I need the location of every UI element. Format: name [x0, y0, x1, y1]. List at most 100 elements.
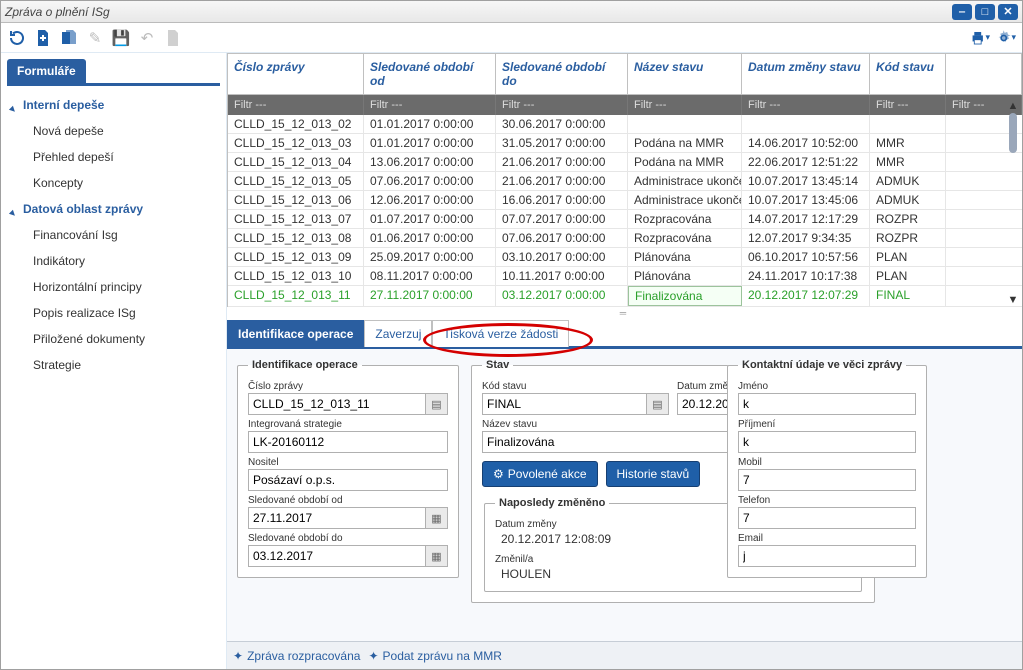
table-row[interactable]: CLLD_15_12_013_1008.11.2017 0:00:0010.11… — [228, 267, 1022, 286]
tab-identifikace[interactable]: Identifikace operace — [227, 320, 364, 347]
label-nositel: Nositel — [248, 457, 448, 468]
table-cell: Administrace ukončena — [628, 191, 742, 209]
table-row[interactable]: CLLD_15_12_013_0801.06.2017 0:00:0007.06… — [228, 229, 1022, 248]
print-icon[interactable]: ▾ — [970, 28, 990, 48]
filter-cislo[interactable]: Filtr --- — [228, 95, 364, 115]
table-cell: ROZPR — [870, 210, 946, 228]
table-cell: 10.11.2017 0:00:00 — [496, 267, 628, 285]
filter-od[interactable]: Filtr --- — [364, 95, 496, 115]
refresh-icon[interactable] — [7, 28, 27, 48]
new-doc-icon[interactable] — [33, 28, 53, 48]
col-obdobi-od[interactable]: Sledované období od — [364, 54, 496, 94]
scroll-down-icon[interactable]: ▼ — [1006, 293, 1020, 307]
col-cislo-zpravy[interactable]: Číslo zprávy — [228, 54, 364, 94]
sidebar-tab-formulare[interactable]: Formuláře — [7, 59, 86, 83]
picker-icon[interactable]: ▤ — [426, 393, 448, 415]
table-row[interactable]: CLLD_15_12_013_0201.01.2017 0:00:0030.06… — [228, 115, 1022, 134]
table-cell: Rozpracována — [628, 229, 742, 247]
table-cell: CLLD_15_12_013_11 — [228, 286, 364, 306]
nav-item-indikatory[interactable]: Indikátory — [7, 248, 220, 274]
action-zprava-rozpracovana[interactable]: ✦ Zpráva rozpracována — [233, 649, 360, 663]
table-cell: 21.06.2017 0:00:00 — [496, 172, 628, 190]
filter-nazev[interactable]: Filtr --- — [628, 95, 742, 115]
calendar-icon[interactable]: ▦ — [426, 507, 448, 529]
table-cell: ADMUK — [870, 172, 946, 190]
undo-icon: ↶ — [137, 28, 157, 48]
nav-item-financovani[interactable]: Financování Isg — [7, 222, 220, 248]
input-strategie[interactable] — [248, 431, 448, 453]
table-row[interactable]: CLLD_15_12_013_0701.07.2017 0:00:0007.07… — [228, 210, 1022, 229]
nav-item-horizontalni[interactable]: Horizontální principy — [7, 274, 220, 300]
table-cell: CLLD_15_12_013_10 — [228, 267, 364, 285]
table-row[interactable]: CLLD_15_12_013_0612.06.2017 0:00:0016.06… — [228, 191, 1022, 210]
table-row[interactable]: CLLD_15_12_013_0413.06.2017 0:00:0021.06… — [228, 153, 1022, 172]
table-cell: 07.07.2017 0:00:00 — [496, 210, 628, 228]
input-nositel[interactable] — [248, 469, 448, 491]
table-cell: MMR — [870, 134, 946, 152]
table-row[interactable]: CLLD_15_12_013_0507.06.2017 0:00:0021.06… — [228, 172, 1022, 191]
table-cell: Plánována — [628, 267, 742, 285]
nav-item-strategie[interactable]: Strategie — [7, 352, 220, 378]
scroll-thumb[interactable] — [1009, 113, 1017, 153]
table-cell: 06.10.2017 10:57:56 — [742, 248, 870, 266]
nav-item-popis-realizace[interactable]: Popis realizace ISg — [7, 300, 220, 326]
picker-icon[interactable]: ▤ — [647, 393, 669, 415]
table-cell: CLLD_15_12_013_06 — [228, 191, 364, 209]
table-row[interactable]: CLLD_15_12_013_0925.09.2017 0:00:0003.10… — [228, 248, 1022, 267]
historie-stavu-label: Historie stavů — [617, 467, 690, 481]
table-cell: 01.01.2017 0:00:00 — [364, 115, 496, 133]
input-obdobi-od[interactable] — [248, 507, 426, 529]
historie-stavu-button[interactable]: Historie stavů — [606, 461, 701, 487]
col-nazev-stavu[interactable]: Název stavu — [628, 54, 742, 94]
window-title: Zpráva o plnění ISg — [5, 5, 110, 19]
table-cell: 22.06.2017 12:51:22 — [742, 153, 870, 171]
grid-filter-row[interactable]: Filtr --- Filtr --- Filtr --- Filtr --- … — [228, 95, 1022, 115]
col-obdobi-do[interactable]: Sledované období do — [496, 54, 628, 94]
table-cell: PLAN — [870, 248, 946, 266]
splitter-handle[interactable]: ═ — [227, 307, 1022, 319]
table-row[interactable]: CLLD_15_12_013_1127.11.2017 0:00:0003.12… — [228, 286, 1022, 307]
nav-group-datova[interactable]: Datová oblast zprávy — [7, 196, 220, 222]
filter-datum[interactable]: Filtr --- — [742, 95, 870, 115]
col-kod-stavu[interactable]: Kód stavu — [870, 54, 946, 94]
table-cell: 31.05.2017 0:00:00 — [496, 134, 628, 152]
nav-item-prilozene-dok[interactable]: Přiložené dokumenty — [7, 326, 220, 352]
grid-scrollbar[interactable]: ▲ ▼ — [1006, 99, 1020, 307]
save-icon: 💾 — [111, 28, 131, 48]
table-cell: CLLD_15_12_013_09 — [228, 248, 364, 266]
input-telefon[interactable] — [738, 507, 916, 529]
table-cell: Podána na MMR — [628, 134, 742, 152]
table-cell: CLLD_15_12_013_03 — [228, 134, 364, 152]
nav-item-koncepty[interactable]: Koncepty — [7, 170, 220, 196]
minimize-icon[interactable]: ‒ — [952, 4, 972, 20]
maximize-icon[interactable]: □ — [975, 4, 995, 20]
input-email[interactable] — [738, 545, 916, 567]
nav-item-prehled-depesi[interactable]: Přehled depeší — [7, 144, 220, 170]
table-cell: FINAL — [870, 286, 946, 306]
legend-stav: Stav — [482, 359, 513, 371]
nav-item-nova-depese[interactable]: Nová depeše — [7, 118, 220, 144]
table-row[interactable]: CLLD_15_12_013_0301.01.2017 0:00:0031.05… — [228, 134, 1022, 153]
input-kod-stavu[interactable] — [482, 393, 647, 415]
input-obdobi-do[interactable] — [248, 545, 426, 567]
close-icon[interactable]: ✕ — [998, 4, 1018, 20]
label-obdobi-do: Sledované období do — [248, 533, 448, 544]
input-cislo-zpravy[interactable] — [248, 393, 426, 415]
scroll-up-icon[interactable]: ▲ — [1006, 99, 1020, 113]
settings-gear-icon[interactable]: ▾ — [996, 28, 1016, 48]
nav-group-depese[interactable]: Interní depeše — [7, 92, 220, 118]
tab-tiskova-verze[interactable]: Tisková verze žádosti — [432, 320, 569, 347]
filter-do[interactable]: Filtr --- — [496, 95, 628, 115]
input-mobil[interactable] — [738, 469, 916, 491]
input-prijmeni[interactable] — [738, 431, 916, 453]
action-podat-zpravu[interactable]: ✦ Podat zprávu na MMR — [368, 649, 501, 663]
input-jmeno[interactable] — [738, 393, 916, 415]
tab-zaverzuj[interactable]: Zaverzuj — [364, 320, 432, 347]
povolene-akce-button[interactable]: ⚙Povolené akce — [482, 461, 598, 487]
col-datum-zmeny[interactable]: Datum změny stavu — [742, 54, 870, 94]
table-cell: 10.07.2017 13:45:06 — [742, 191, 870, 209]
copy-doc-icon[interactable] — [59, 28, 79, 48]
filter-kod[interactable]: Filtr --- — [870, 95, 946, 115]
table-cell: ROZPR — [870, 229, 946, 247]
calendar-icon[interactable]: ▦ — [426, 545, 448, 567]
